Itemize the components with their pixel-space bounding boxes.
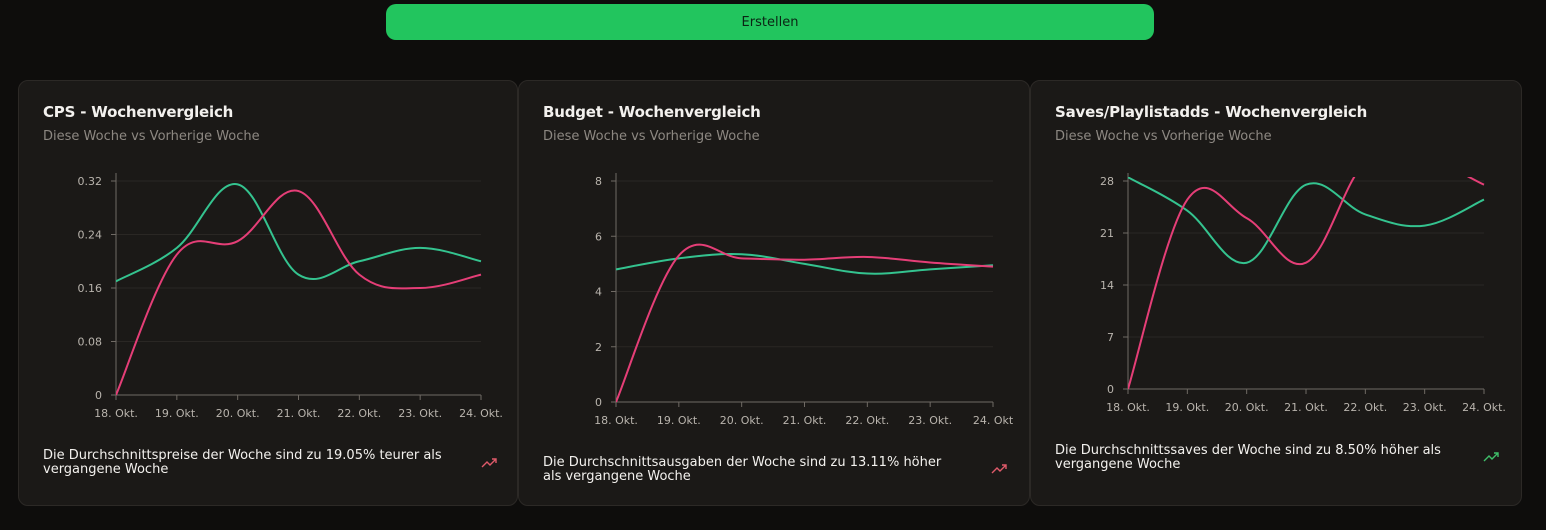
x-tick-label: 23. Okt. — [398, 407, 442, 420]
x-tick-label: 20. Okt. — [1225, 401, 1269, 414]
y-tick-label: 6 — [595, 230, 602, 243]
x-tick-label: 21. Okt. — [277, 407, 321, 420]
card-footer-text: Die Durchschnittssaves der Woche sind zu… — [1055, 443, 1441, 472]
y-tick-label: 0.32 — [78, 175, 103, 188]
budget-line-chart: 0 2 4 6 8 18. Okt. 19. Okt. 20. Okt. 21. Okt. 22.… — [594, 173, 1014, 427]
series-line-previous-week — [1128, 177, 1485, 264]
x-tick-label: 22. Okt. — [845, 414, 889, 427]
cps-weekly-comparison-card: CPS - Wochenvergleich Diese Woche vs Vor… — [18, 80, 518, 506]
y-tick-label: 8 — [595, 175, 602, 188]
saves-weekly-comparison-card: Saves/Playlistadds - Wochenvergleich Die… — [1030, 80, 1522, 506]
x-tick-label: 19. Okt. — [657, 414, 701, 427]
y-tick-label: 28 — [1100, 175, 1114, 188]
series-line-this-week — [116, 189, 482, 396]
x-tick-label: 23. Okt. — [908, 414, 952, 427]
x-tick-label: 19. Okt. — [155, 407, 199, 420]
x-tick-label: 20. Okt. — [720, 414, 764, 427]
y-tick-label: 14 — [1100, 279, 1114, 292]
cps-line-chart: 0 0.08 0.16 0.24 0.32 18. Okt. 19. Okt. 20. Okt… — [78, 173, 503, 420]
x-tick-label: 18. Okt. — [594, 414, 638, 427]
y-tick-label: 2 — [595, 341, 602, 354]
x-tick-label: 24. Okt. — [459, 407, 503, 420]
budget-weekly-comparison-card: Budget - Wochenvergleich Diese Woche vs … — [518, 80, 1030, 506]
y-tick-label: 0.24 — [78, 229, 103, 242]
y-tick-label: 0 — [595, 396, 602, 409]
x-tick-label: 19. Okt. — [1165, 401, 1209, 414]
x-tick-label: 22. Okt. — [337, 407, 381, 420]
card-footer-text: Die Durchschnittsausgaben der Woche sind… — [543, 455, 942, 484]
y-tick-label: 21 — [1100, 227, 1114, 240]
x-tick-label: 24. Okt — [973, 414, 1014, 427]
y-tick-label: 0.08 — [78, 336, 103, 349]
x-tick-label: 21. Okt. — [783, 414, 827, 427]
y-tick-label: 4 — [595, 286, 602, 299]
x-tick-label: 21. Okt. — [1284, 401, 1328, 414]
y-tick-label: 0.16 — [78, 282, 103, 295]
y-tick-label: 7 — [1107, 331, 1114, 344]
x-tick-label: 22. Okt. — [1343, 401, 1387, 414]
x-tick-label: 20. Okt. — [216, 407, 260, 420]
create-button[interactable]: Erstellen — [386, 4, 1154, 40]
trending-up-icon — [481, 458, 497, 468]
x-tick-label: 24. Okt. — [1462, 401, 1506, 414]
x-tick-label: 23. Okt. — [1403, 401, 1447, 414]
x-tick-label: 18. Okt. — [1106, 401, 1150, 414]
x-tick-label: 18. Okt. — [94, 407, 138, 420]
saves-line-chart: 0 7 14 21 28 18. Okt. 19. Okt. 20. Okt. 21. Okt.… — [1100, 173, 1506, 414]
series-line-previous-week — [116, 183, 482, 283]
card-footer-text: Die Durchschnittspreise der Woche sind z… — [43, 448, 442, 477]
series-line-this-week — [1128, 177, 1485, 390]
y-tick-label: 0 — [95, 389, 102, 402]
trending-up-icon — [1483, 452, 1499, 462]
y-tick-label: 0 — [1107, 383, 1114, 396]
trending-up-icon — [991, 464, 1007, 474]
